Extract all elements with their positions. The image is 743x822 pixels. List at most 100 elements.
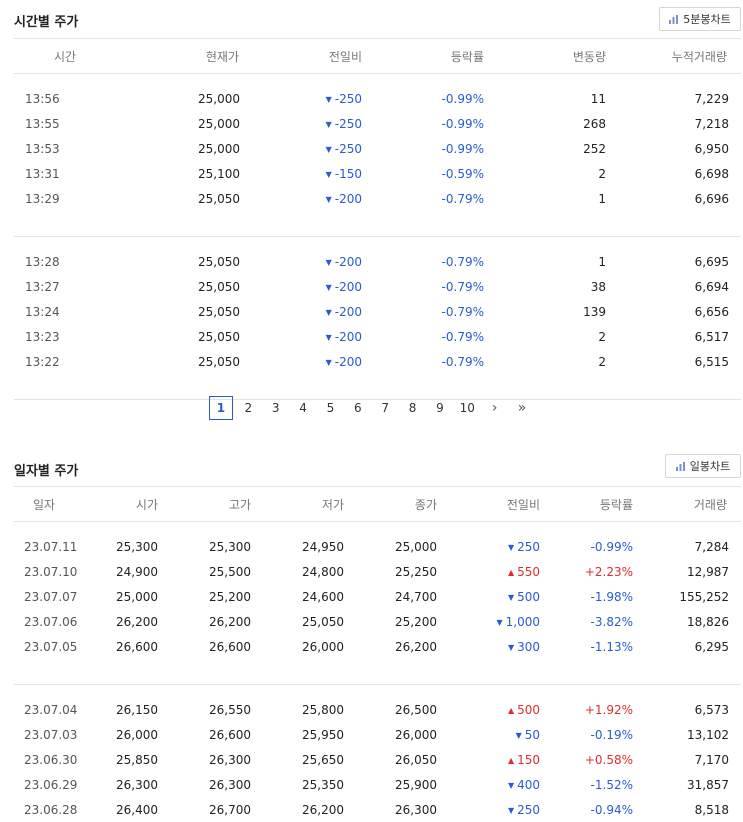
daily-rate-cell: -0.99% <box>590 539 633 554</box>
change-cell: -200 <box>240 274 362 299</box>
low-cell: 25,800 <box>302 702 344 717</box>
close-cell: 26,500 <box>395 702 437 717</box>
time-cell: 13:24 <box>25 304 60 319</box>
page-link-6[interactable]: 6 <box>346 396 370 420</box>
time-cell: 13:28 <box>25 254 60 269</box>
volume-cell: 38 <box>590 279 606 294</box>
daily-rate-cell: +2.23% <box>584 564 633 579</box>
date-cell: 23.07.05 <box>24 639 78 654</box>
price-cell: 25,050 <box>198 354 240 369</box>
row-spacer <box>14 685 741 698</box>
daily-volume-cell: 13,102 <box>687 727 729 742</box>
daily-volume-cell: 7,284 <box>694 539 729 554</box>
daily-change-cell: 1,000 <box>437 609 540 634</box>
table-row: 13:31 25,100-150 -0.59% 2 6,698 <box>14 161 741 186</box>
time-cell: 13:56 <box>25 91 60 106</box>
change-cell: -200 <box>240 349 362 374</box>
time-cell: 13:27 <box>25 279 60 294</box>
daily-change-cell: 400 <box>437 772 540 797</box>
change-cell: -250 <box>240 111 362 136</box>
table-row: 23.07.07 25,000 25,200 24,600 24,700500 -1.98… <box>14 584 741 609</box>
table-row: 23.07.05 26,600 26,600 26,000 26,200300 -1.13… <box>14 634 741 659</box>
volume-cell: 252 <box>583 141 606 156</box>
col-header-daily-change: 전일비 <box>437 486 540 522</box>
table-row: 13:29 25,050-200 -0.79% 1 6,696 <box>14 186 741 211</box>
col-header-change: 전일비 <box>240 38 362 74</box>
next-page-icon[interactable]: › <box>483 396 507 420</box>
table-row: 23.07.04 26,150 26,550 25,800 26,500500 +1.92… <box>14 697 741 722</box>
rate-cell: -0.99% <box>441 141 484 156</box>
price-cell: 25,000 <box>198 91 240 106</box>
daily-rate-cell: -1.52% <box>590 777 633 792</box>
low-cell: 25,050 <box>302 614 344 629</box>
date-cell: 23.07.06 <box>24 614 78 629</box>
page-link-9[interactable]: 9 <box>428 396 452 420</box>
page-link-2[interactable]: 2 <box>236 396 260 420</box>
col-header-cumulative: 누적거래량 <box>606 38 741 74</box>
volume-cell: 268 <box>583 116 606 131</box>
time-cell: 13:23 <box>25 329 60 344</box>
daily-table: 일자 시가 고가 저가 종가 전일비 등락률 거래량 23.07.11 25,30… <box>14 486 741 822</box>
price-cell: 25,000 <box>198 141 240 156</box>
rate-cell: -0.79% <box>441 279 484 294</box>
table-row: 13:22 25,050-200 -0.79% 2 6,515 <box>14 349 741 374</box>
page-link-7[interactable]: 7 <box>373 396 397 420</box>
daily-rate-cell: -3.82% <box>590 614 633 629</box>
high-cell: 25,500 <box>209 564 251 579</box>
time-cell: 13:31 <box>25 166 60 181</box>
page-link-8[interactable]: 8 <box>401 396 425 420</box>
rate-cell: -0.99% <box>441 91 484 106</box>
volume-cell: 2 <box>598 329 606 344</box>
row-spacer <box>14 74 741 87</box>
daily-rate-cell: +1.92% <box>584 702 633 717</box>
date-cell: 23.07.07 <box>24 589 78 604</box>
page-link-4[interactable]: 4 <box>291 396 315 420</box>
price-cell: 25,000 <box>198 116 240 131</box>
low-cell: 26,200 <box>302 802 344 817</box>
last-page-icon[interactable]: » <box>510 396 534 420</box>
daily-volume-cell: 155,252 <box>679 589 729 604</box>
daily-change-cell: 250 <box>437 534 540 559</box>
rate-cell: -0.59% <box>441 166 484 181</box>
low-cell: 24,600 <box>302 589 344 604</box>
open-cell: 24,900 <box>116 564 158 579</box>
close-cell: 26,050 <box>395 752 437 767</box>
col-header-daily-rate: 등락률 <box>540 486 633 522</box>
rate-cell: -0.79% <box>441 254 484 269</box>
five-minute-chart-button[interactable]: 5분봉차트 <box>659 7 741 31</box>
daily-volume-cell: 6,573 <box>694 702 729 717</box>
daily-volume-cell: 6,295 <box>694 639 729 654</box>
date-cell: 23.07.04 <box>24 702 78 717</box>
table-row: 13:23 25,050-200 -0.79% 2 6,517 <box>14 324 741 349</box>
low-cell: 24,950 <box>302 539 344 554</box>
col-header-close: 종가 <box>344 486 437 522</box>
page-link-5[interactable]: 5 <box>318 396 342 420</box>
high-cell: 25,300 <box>209 539 251 554</box>
date-cell: 23.06.28 <box>24 802 78 817</box>
bar-chart-icon <box>669 14 679 24</box>
price-cell: 25,050 <box>198 329 240 344</box>
table-row: 13:56 25,000-250 -0.99% 11 7,229 <box>14 86 741 111</box>
change-cell: -200 <box>240 186 362 211</box>
page-link-3[interactable]: 3 <box>264 396 288 420</box>
row-divider <box>14 659 741 685</box>
high-cell: 26,700 <box>209 802 251 817</box>
col-header-daily-volume: 거래량 <box>633 486 741 522</box>
daily-chart-button[interactable]: 일봉차트 <box>665 454 741 478</box>
table-row: 23.07.0326,00026,60025,95026,00050-0.19%… <box>14 722 741 747</box>
low-cell: 25,950 <box>302 727 344 742</box>
high-cell: 26,550 <box>209 702 251 717</box>
cumulative-cell: 6,696 <box>694 191 729 206</box>
change-cell: -250 <box>240 136 362 161</box>
open-cell: 26,300 <box>116 777 158 792</box>
open-cell: 26,000 <box>116 727 158 742</box>
cumulative-cell: 7,218 <box>694 116 729 131</box>
page-link-1[interactable]: 1 <box>208 395 233 420</box>
volume-cell: 2 <box>598 354 606 369</box>
daily-change-cell: 550 <box>437 559 540 584</box>
price-cell: 25,050 <box>198 254 240 269</box>
col-header-price: 현재가 <box>94 38 240 74</box>
intraday-header-row: 시간 현재가 전일비 등락률 변동량 누적거래량 <box>14 38 741 74</box>
cumulative-cell: 6,656 <box>694 304 729 319</box>
page-link-10[interactable]: 10 <box>455 396 479 420</box>
